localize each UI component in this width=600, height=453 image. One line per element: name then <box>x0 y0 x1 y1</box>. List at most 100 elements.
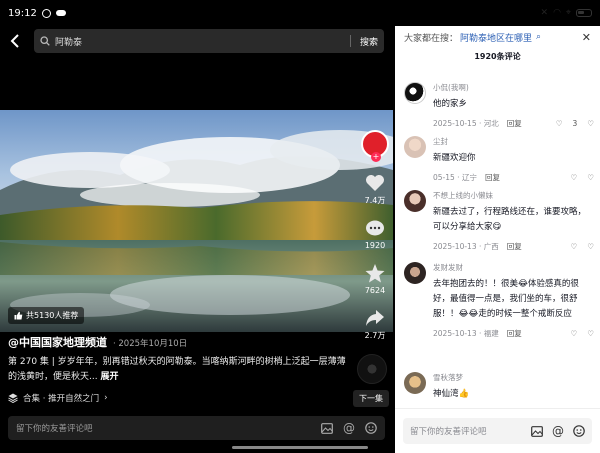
panel-header: 大家都在搜： 阿勒泰地区在哪里 ⌕ ✕ <box>395 26 600 48</box>
reply-button[interactable]: 回复 <box>507 328 522 339</box>
image-icon[interactable] <box>321 422 333 434</box>
comment-username[interactable]: 雪秋落梦 <box>433 372 594 383</box>
author-name[interactable]: @中国国家地理频道 <box>8 334 107 350</box>
comment-date: 2025-10-15 · 河北 <box>433 119 499 128</box>
mention-icon[interactable]: @ <box>552 424 564 438</box>
like-icon[interactable]: ♡ <box>571 242 578 251</box>
search-button[interactable]: 搜索 <box>356 35 378 48</box>
panel-comment-box[interactable]: 留下你的友善评论吧 @ <box>403 418 592 444</box>
comment-count-title: 1920条评论 <box>474 52 521 61</box>
layers-icon <box>8 393 18 403</box>
wifi-icon: ◠ <box>553 8 561 18</box>
search-input[interactable]: 阿勒泰 <box>55 35 345 48</box>
reply-button[interactable]: 回复 <box>507 241 522 252</box>
collection-link[interactable]: 合集 · 推开自然之门 › <box>8 392 108 404</box>
home-indicator[interactable] <box>232 446 368 449</box>
comment-date: 2025-10-13 · 福建 <box>433 329 499 338</box>
comment-count: 1920 <box>364 241 386 250</box>
panel-comment-input[interactable]: 留下你的友善评论吧 <box>410 425 522 437</box>
mention-icon[interactable]: @ <box>343 421 355 435</box>
video-player[interactable]: 阿勒泰 搜索 + 7.4万 1920 7624 2.7万 共5130人推荐 @中… <box>0 26 393 453</box>
status-bar: 19:12 ✕ ◠ ⌖ <box>0 0 600 26</box>
landscape-image <box>0 110 393 332</box>
comment-meta: 05-15 · 辽宁 回复 ♡ ♡ <box>433 172 594 183</box>
music-disc[interactable] <box>357 354 387 384</box>
comment-username[interactable]: 尘封 <box>433 136 594 147</box>
comment-panel: 大家都在搜： 阿勒泰地区在哪里 ⌕ ✕ 1920条评论 小侃(我啊) 他的家乡 … <box>395 26 600 453</box>
dislike-icon[interactable]: ♡ <box>587 119 594 128</box>
search-divider <box>349 35 351 47</box>
avatar[interactable] <box>404 372 426 394</box>
like-action[interactable]: 7.4万 <box>364 174 386 206</box>
image-icon[interactable] <box>531 425 543 437</box>
close-icon[interactable]: ✕ <box>582 31 591 44</box>
share-icon <box>365 310 384 326</box>
comment-text: 新疆去过了，行程路线还在，谁要攻略，可以分享给大家😋 <box>433 207 587 232</box>
next-episode-button[interactable]: 下一集 <box>353 390 389 407</box>
comment-username[interactable]: 不想上线的小懒妹 <box>433 190 594 201</box>
recommend-badge[interactable]: 共5130人推荐 <box>8 307 85 324</box>
mute-icon: ✕ <box>540 8 549 18</box>
collection-text: 合集 · 推开自然之门 <box>23 394 100 404</box>
expand-link[interactable]: 展开 <box>100 372 118 382</box>
search-box[interactable]: 阿勒泰 搜索 <box>34 29 384 53</box>
trending-search-link[interactable]: 阿勒泰地区在哪里 <box>460 31 532 44</box>
comment-text: 他的家乡 <box>433 99 468 109</box>
status-time: 19:12 <box>8 7 37 19</box>
back-icon[interactable] <box>8 34 22 48</box>
top-bar: 阿勒泰 搜索 <box>0 26 393 56</box>
search-icon <box>40 36 50 46</box>
like-icon[interactable]: ♡ <box>556 119 563 128</box>
comment-icon <box>365 220 384 236</box>
video-description: 第 270 集 | 岁岁年年，别再错过秋天的阿勒泰。当喀纳斯河畔的树梢上泛起一层… <box>8 355 353 385</box>
avatar[interactable] <box>404 190 426 212</box>
notification-icon <box>41 8 51 18</box>
like-count: 7.4万 <box>364 196 386 205</box>
comment-username[interactable]: 小侃(我啊) <box>433 82 594 93</box>
avatar[interactable] <box>404 262 426 284</box>
comment-meta: 2025-10-13 · 福建 回复 ♡ ♡ <box>433 328 594 339</box>
search-icon[interactable]: ⌕ <box>536 32 541 42</box>
author-avatar[interactable]: + <box>361 130 389 162</box>
emoji-icon[interactable] <box>573 425 585 437</box>
chevron-right-icon: › <box>104 393 108 403</box>
comment-input[interactable]: 留下你的友善评论吧 <box>16 422 311 434</box>
comment-action[interactable]: 1920 <box>365 220 385 250</box>
description-text: 第 270 集 | 岁岁年年，别再错过秋天的阿勒泰。当喀纳斯河畔的树梢上泛起一层… <box>8 357 346 382</box>
location-icon: ⌖ <box>565 8 571 18</box>
like-icon[interactable]: ♡ <box>571 329 578 338</box>
follow-plus-icon[interactable]: + <box>371 152 381 162</box>
comment-date: 05-15 · 辽宁 <box>433 173 477 182</box>
avatar[interactable] <box>404 82 426 104</box>
star-icon <box>365 264 385 283</box>
favorite-action[interactable]: 7624 <box>365 264 385 295</box>
heart-icon <box>365 175 384 191</box>
comment-date: 2025-10-13 · 广西 <box>433 242 499 251</box>
reply-button[interactable]: 回复 <box>485 172 500 183</box>
emoji-icon[interactable] <box>365 422 377 434</box>
comment-username[interactable]: 发财发财 <box>433 262 594 273</box>
cloud-icon <box>55 10 66 16</box>
comment-text: 神仙湾👍 <box>433 389 470 399</box>
dislike-icon[interactable]: ♡ <box>587 242 594 251</box>
video-frame[interactable] <box>0 110 393 332</box>
trending-label: 大家都在搜： <box>404 33 459 44</box>
share-action[interactable]: 2.7万 <box>364 309 386 341</box>
video-info: @中国国家地理频道 · 2025年10月10日 第 270 集 | 岁岁年年，别… <box>8 334 353 385</box>
recommend-text: 共5130人推荐 <box>26 311 79 320</box>
comment-meta: 2025-10-13 · 广西 回复 ♡ ♡ <box>433 241 594 252</box>
panel-comment-bar: 留下你的友善评论吧 @ <box>395 408 600 453</box>
post-date: · 2025年10月10日 <box>113 339 188 349</box>
share-count: 2.7万 <box>364 331 386 340</box>
dislike-icon[interactable]: ♡ <box>587 173 594 182</box>
reply-button[interactable]: 回复 <box>507 118 522 129</box>
comment-like-count: 3 <box>572 119 578 128</box>
side-actions: + 7.4万 1920 7624 2.7万 <box>358 130 392 341</box>
like-icon[interactable]: ♡ <box>571 173 578 182</box>
dislike-icon[interactable]: ♡ <box>587 329 594 338</box>
comment-meta: 2025-10-15 · 河北 回复 ♡ 3 ♡ <box>433 118 594 129</box>
favorite-count: 7624 <box>364 286 386 295</box>
avatar[interactable] <box>404 136 426 158</box>
comment-bar[interactable]: 留下你的友善评论吧 @ <box>8 416 385 440</box>
thumbs-up-icon <box>14 311 23 320</box>
